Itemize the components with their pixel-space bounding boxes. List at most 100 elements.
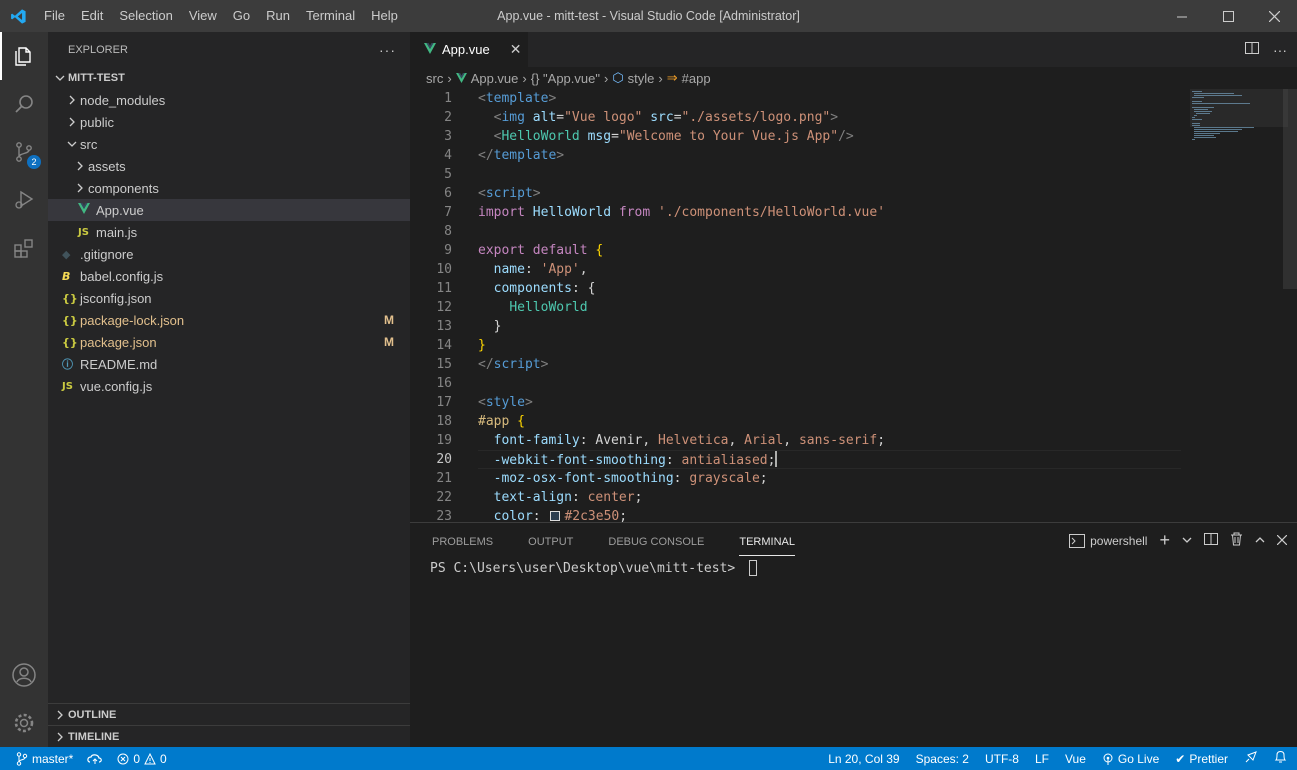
chevron-down-icon[interactable] [1182, 534, 1192, 548]
breadcrumb-file[interactable]: App.vue [471, 71, 519, 86]
tree-item[interactable]: {} package.json M [48, 331, 410, 353]
code-token: template [493, 148, 557, 163]
search-icon[interactable] [0, 80, 48, 128]
new-terminal-icon[interactable]: + [1159, 530, 1170, 551]
split-editor-icon[interactable] [1245, 41, 1259, 58]
code-token: = [611, 129, 619, 144]
chevron-right-icon: › [447, 70, 452, 86]
more-actions-icon[interactable]: ··· [1273, 42, 1287, 58]
notifications-bell-icon[interactable] [1274, 750, 1287, 767]
problems-indicator[interactable]: 0 0 [117, 752, 167, 766]
menu-selection[interactable]: Selection [111, 0, 180, 32]
code-token: template [485, 91, 549, 106]
source-control-icon[interactable]: 2 [0, 128, 48, 176]
feedback-icon[interactable] [1244, 750, 1258, 767]
branch-indicator[interactable]: master* [16, 752, 73, 766]
code-token: -moz-osx-font-smoothing [493, 471, 674, 486]
tree-item[interactable]: components [48, 177, 410, 199]
minimap[interactable] [1190, 89, 1288, 522]
vscode-logo-icon [0, 0, 36, 32]
tree-item[interactable]: Bbabel.config.js [48, 265, 410, 287]
tree-item[interactable]: JS main.js [48, 221, 410, 243]
end-of-line[interactable]: LF [1035, 752, 1049, 766]
manage-gear-icon[interactable] [0, 699, 48, 747]
source-control-badge: 2 [27, 155, 41, 169]
workspace-root[interactable]: MITT-TEST [48, 67, 410, 89]
color-swatch[interactable] [550, 511, 561, 521]
tab-label: App.vue [442, 42, 490, 57]
tab-app-vue[interactable]: App.vue ✕ [410, 32, 528, 67]
timeline-section[interactable]: TIMELINE [48, 725, 410, 747]
outline-section[interactable]: OUTLINE [48, 703, 410, 725]
tab-problems[interactable]: PROBLEMS [424, 523, 501, 558]
tree-item[interactable]: node_modules [48, 89, 410, 111]
tab-debug-console[interactable]: DEBUG CONSOLE [600, 523, 712, 558]
code-editor[interactable]: 1 <template> 2 <img alt="Vue logo" src="./… [410, 89, 1190, 522]
tree-item[interactable]: assets [48, 155, 410, 177]
tree-item[interactable]: ◆ .gitignore [48, 243, 410, 265]
breadcrumb-selector[interactable]: #app [682, 71, 711, 86]
run-debug-icon[interactable] [0, 176, 48, 224]
close-window-button[interactable] [1251, 0, 1297, 32]
extensions-icon[interactable] [0, 224, 48, 272]
go-live-button[interactable]: Go Live [1102, 752, 1159, 766]
editor-scrollbar[interactable] [1283, 89, 1297, 522]
code-line: 23 color: #2c3e50; [410, 507, 1190, 522]
tree-item[interactable]: public [48, 111, 410, 133]
maximize-panel-icon[interactable] [1255, 534, 1265, 548]
language-mode[interactable]: Vue [1065, 752, 1086, 766]
menu-edit[interactable]: Edit [73, 0, 111, 32]
scrollbar-thumb[interactable] [1283, 89, 1297, 289]
breadcrumb-style[interactable]: style [628, 71, 655, 86]
tree-item-label: components [88, 180, 159, 196]
account-icon[interactable] [0, 651, 48, 699]
tree-item[interactable]: {} package-lock.json M [48, 309, 410, 331]
terminal-output[interactable]: PS C:\Users\user\Desktop\vue\mitt-test> [410, 558, 1297, 578]
menu-terminal[interactable]: Terminal [298, 0, 363, 32]
code-line: 22 text-align: center; [410, 488, 1190, 507]
menu-file[interactable]: File [36, 0, 73, 32]
menu-help[interactable]: Help [363, 0, 406, 32]
code-token: : [532, 509, 549, 522]
breadcrumb-module[interactable]: {} "App.vue" [531, 71, 600, 86]
split-terminal-icon[interactable] [1204, 532, 1218, 549]
prettier-button[interactable]: ✔ Prettier [1175, 752, 1228, 766]
tree-item[interactable]: JS vue.config.js [48, 375, 410, 397]
code-token: #app [478, 414, 510, 429]
breadcrumb-src[interactable]: src [426, 71, 443, 86]
tree-item-label: package-lock.json [80, 312, 185, 328]
tree-item[interactable]: App.vue [48, 199, 410, 221]
tab-output[interactable]: OUTPUT [520, 523, 581, 558]
trash-icon[interactable] [1230, 532, 1243, 549]
tree-item[interactable]: ⓘ README.md [48, 353, 410, 375]
menu-go[interactable]: Go [225, 0, 258, 32]
chevron-right-icon [72, 177, 88, 199]
line-number: 3 [444, 129, 452, 144]
tree-item[interactable]: {} jsconfig.json [48, 287, 410, 309]
tree-item[interactable]: src [48, 133, 410, 155]
error-icon [117, 753, 129, 764]
line-number: 18 [436, 414, 452, 429]
encoding[interactable]: UTF-8 [985, 752, 1019, 766]
close-panel-icon[interactable] [1276, 534, 1288, 548]
code-token: < [478, 91, 486, 106]
menu-view[interactable]: View [181, 0, 225, 32]
line-number: 17 [436, 395, 452, 410]
maximize-button[interactable] [1205, 0, 1251, 32]
terminal-selector[interactable]: powershell [1069, 533, 1147, 548]
cursor-position[interactable]: Ln 20, Col 39 [828, 752, 899, 766]
explorer-icon[interactable] [0, 32, 48, 80]
sync-icon[interactable] [87, 753, 103, 765]
code-line: 1 <template> [410, 89, 1190, 108]
more-actions-button[interactable]: ··· [379, 42, 396, 58]
close-tab-icon[interactable]: ✕ [510, 41, 522, 58]
indentation[interactable]: Spaces: 2 [916, 752, 969, 766]
babel-file-icon: B [62, 269, 71, 283]
chevron-right-icon [52, 704, 68, 726]
tab-terminal[interactable]: TERMINAL [731, 523, 803, 558]
code-token: #2c3e50 [564, 509, 620, 522]
menu-run[interactable]: Run [258, 0, 298, 32]
minimize-button[interactable] [1159, 0, 1205, 32]
